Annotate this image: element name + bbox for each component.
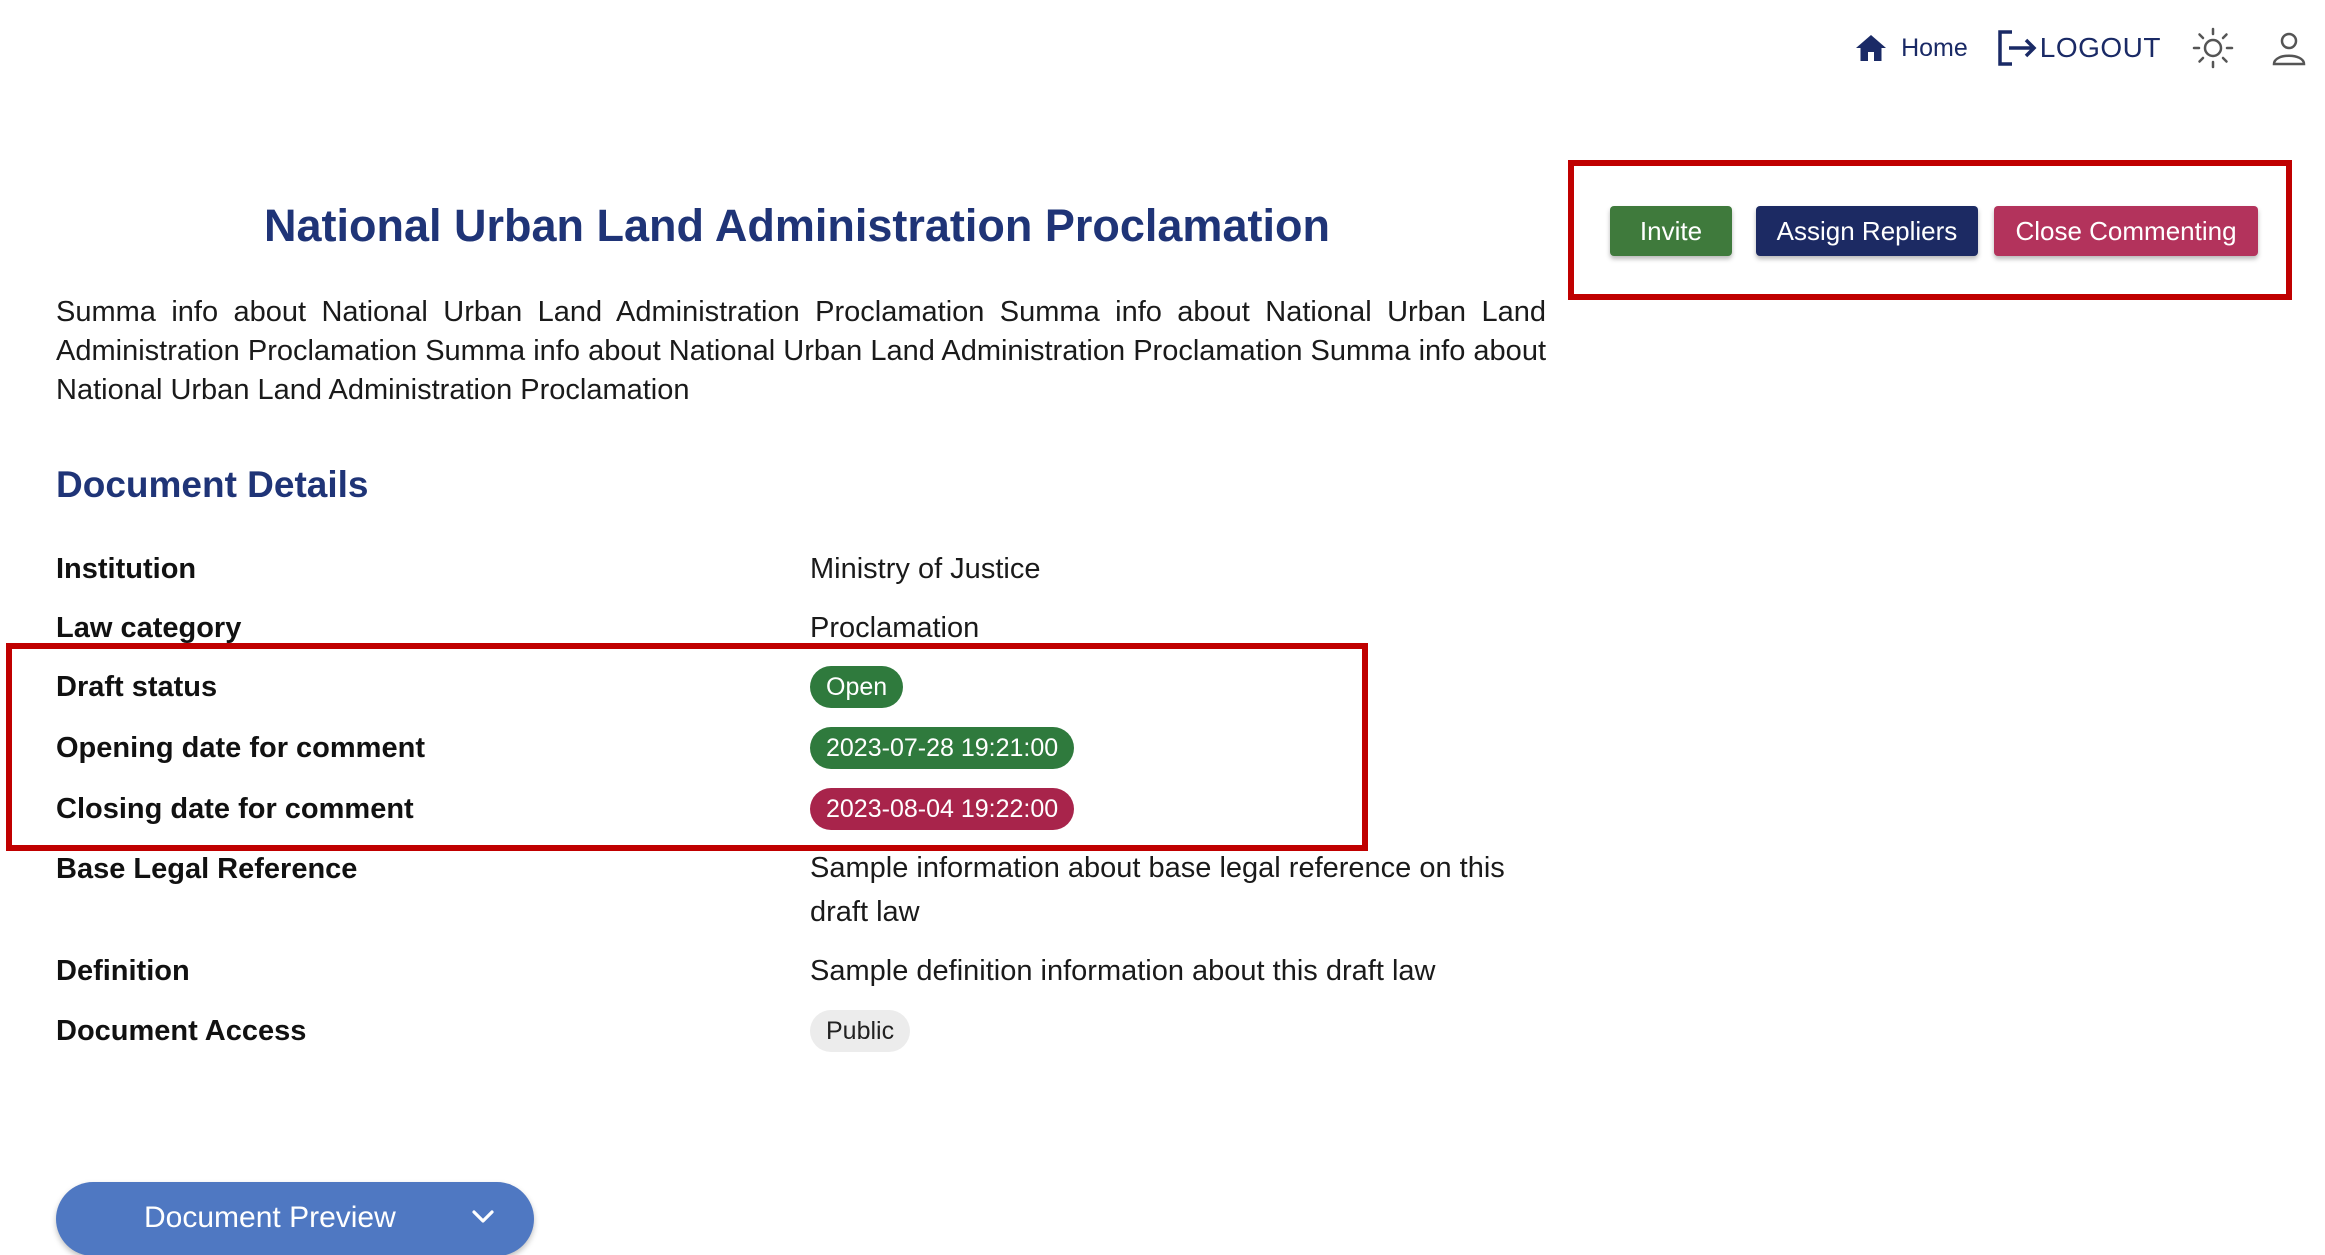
home-link[interactable]: Home: [1855, 33, 1968, 63]
user-menu[interactable]: [2269, 28, 2309, 68]
close-commenting-button[interactable]: Close Commenting: [1994, 206, 2258, 256]
base-legal-reference-label: Base Legal Reference: [56, 853, 358, 885]
institution-value: Ministry of Justice: [810, 553, 1041, 585]
closing-date-label: Closing date for comment: [56, 793, 414, 825]
draft-status-label: Draft status: [56, 671, 218, 703]
base-legal-reference-value: Sample information about base legal refe…: [810, 852, 1505, 928]
page-title: National Urban Land Administration Procl…: [264, 200, 1330, 251]
sun-icon: [2191, 26, 2235, 70]
home-icon: [1855, 33, 1887, 63]
assign-repliers-button[interactable]: Assign Repliers: [1756, 206, 1978, 256]
opening-date-badge: 2023-07-28 19:21:00: [810, 727, 1075, 769]
user-icon: [2269, 28, 2309, 68]
home-label: Home: [1901, 33, 1968, 62]
logout-label: LOGOUT: [2039, 32, 2161, 63]
logout-button[interactable]: LOGOUT: [1996, 29, 2161, 67]
closing-date-badge: 2023-08-04 19:22:00: [810, 788, 1075, 830]
draft-status-badge: Open: [810, 666, 904, 708]
logout-icon: [1996, 29, 2038, 67]
theme-toggle[interactable]: [2191, 26, 2235, 70]
law-category-label: Law category: [56, 612, 242, 644]
document-details-title: Document Details: [56, 464, 369, 505]
document-summary: Summa info about National Urban Land Adm…: [56, 296, 1546, 406]
definition-value: Sample definition information about this…: [810, 955, 1436, 987]
document-preview-dropdown[interactable]: Document Preview: [56, 1182, 534, 1255]
document-preview-label: Document Preview: [144, 1201, 396, 1234]
top-navigation: Home LOGOUT: [1855, 20, 2309, 76]
document-access-badge: Public: [810, 1010, 911, 1052]
document-access-label: Document Access: [56, 1015, 307, 1047]
law-category-value: Proclamation: [810, 612, 980, 644]
definition-label: Definition: [56, 955, 190, 987]
chevron-down-icon: [470, 1208, 496, 1226]
institution-label: Institution: [56, 553, 197, 585]
invite-button[interactable]: Invite: [1610, 206, 1732, 256]
opening-date-label: Opening date for comment: [56, 732, 425, 764]
